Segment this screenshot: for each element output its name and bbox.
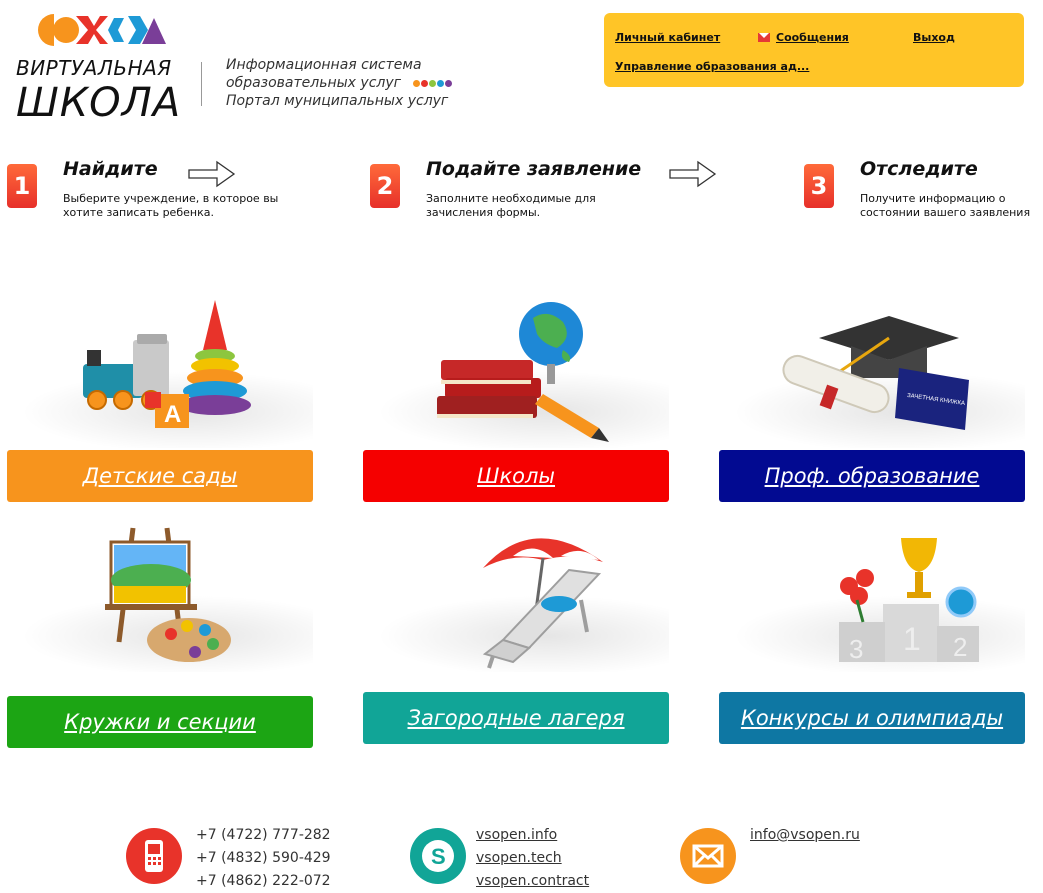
step-number: 2 [370, 164, 400, 208]
phone-number: +7 (4862) 222-072 [196, 873, 331, 889]
logo-text-line1: ВИРТУАЛЬНАЯ [16, 56, 172, 80]
step-number: 1 [7, 164, 37, 208]
messages-link[interactable]: Сообщения [758, 31, 849, 44]
podium-cup-icon: 1 3 2 [839, 538, 979, 664]
step-description: Заполните необходимые для зачисления фор… [426, 192, 596, 219]
envelope-icon [758, 33, 770, 42]
category-contests: 1 3 2 Конкурсы и олимпиады [719, 522, 1025, 744]
phone-number: +7 (4722) 777-282 [196, 827, 331, 843]
arrow-right-icon [669, 160, 717, 188]
skype-icon: S [410, 828, 466, 884]
skype-list: vsopen.info vsopen.tech vsopen.contract [476, 824, 589, 893]
phone-number: +7 (4832) 590-429 [196, 850, 331, 866]
category-camps: Загородные лагеря [363, 522, 669, 744]
category-clubs: Кружки и секции [7, 522, 313, 748]
header-divider [201, 62, 202, 106]
schools-button[interactable]: Школы [363, 450, 669, 502]
email-icon [680, 828, 736, 884]
system-title: Информационная система [226, 57, 422, 73]
account-link[interactable]: Личный кабинет [615, 31, 720, 44]
portal-title: Портал муниципальных услуг [226, 93, 449, 109]
svg-text:A: A [164, 401, 181, 428]
logo-shapes-icon [38, 14, 166, 46]
toys-icon: A [83, 300, 251, 428]
easel-palette-icon [105, 527, 231, 662]
arrow-right-icon [188, 160, 236, 188]
graduation-cap-icon: ЗАЧЕТНАЯ КНИЖКА [782, 316, 969, 430]
step-title: Отследите [860, 158, 978, 180]
skype-link[interactable]: vsopen.contract [476, 870, 589, 893]
skype-link[interactable]: vsopen.info [476, 824, 589, 847]
svg-text:S: S [431, 844, 446, 869]
camps-button[interactable]: Загородные лагеря [363, 692, 669, 744]
step-description: Получите информацию о состоянии вашего з… [860, 192, 1031, 219]
skype-link[interactable]: vsopen.tech [476, 847, 589, 870]
beach-chair-icon [482, 538, 603, 669]
email-list: info@vsopen.ru [750, 824, 860, 847]
svg-text:1: 1 [903, 621, 921, 657]
svg-text:3: 3 [849, 634, 863, 664]
system-subtitle: образовательных услуг [226, 74, 453, 92]
organization-link[interactable]: Управление образования ад... [615, 60, 809, 73]
contests-button[interactable]: Конкурсы и олимпиады [719, 692, 1025, 744]
kindergartens-button[interactable]: Детские сады [7, 450, 313, 502]
logout-link[interactable]: Выход [913, 31, 955, 44]
svg-text:2: 2 [953, 632, 967, 662]
email-link[interactable]: info@vsopen.ru [750, 824, 860, 847]
color-dots-icon [413, 74, 453, 92]
category-kindergartens: A Детские сады [7, 298, 313, 518]
books-globe-icon [437, 302, 609, 442]
clubs-button[interactable]: Кружки и секции [7, 696, 313, 748]
step-title: Подайте заявление [426, 158, 642, 180]
phone-list: +7 (4722) 777-282 +7 (4832) 590-429 +7 (… [196, 824, 331, 893]
user-menu: Личный кабинет Сообщения Выход Управлени… [604, 13, 1024, 87]
step-description: Выберите учреждение, в которое вы хотите… [63, 192, 279, 219]
category-professional: ЗАЧЕТНАЯ КНИЖКА Проф. образование [719, 298, 1025, 518]
phone-icon [126, 828, 182, 884]
site-logo[interactable]: ВИРТУАЛЬНАЯ ШКОЛА [16, 10, 186, 130]
step-title: Найдите [63, 158, 158, 180]
step-number: 3 [804, 164, 834, 208]
system-description: Информационная система образовательных у… [226, 56, 453, 110]
category-schools: Школы [363, 298, 669, 518]
professional-button[interactable]: Проф. образование [719, 450, 1025, 502]
logo-text-line2: ШКОЛА [16, 80, 182, 126]
